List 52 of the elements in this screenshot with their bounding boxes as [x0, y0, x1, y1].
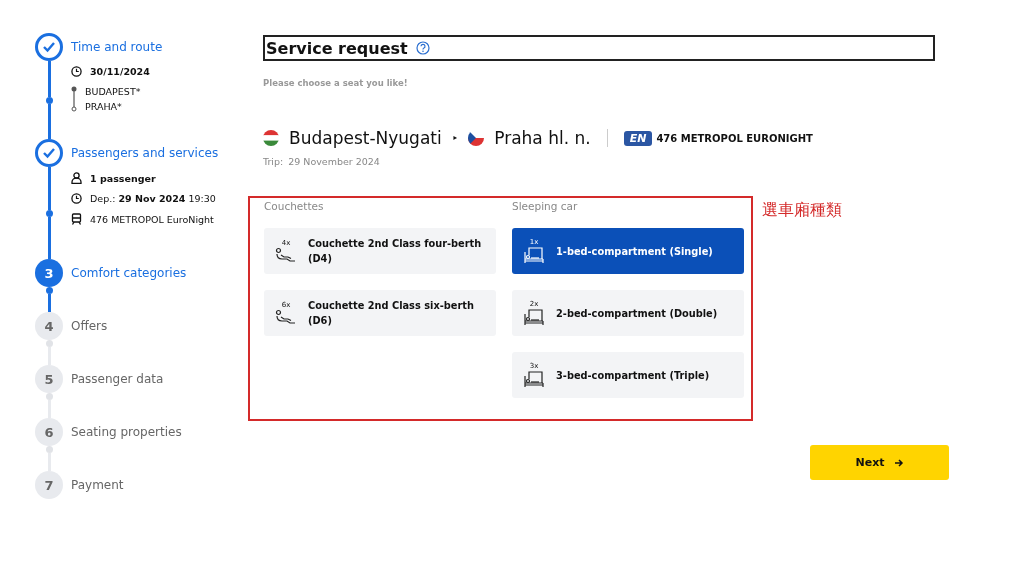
origin-station: BUDAPEST*	[85, 86, 141, 97]
bed-icon	[523, 246, 545, 264]
progress-dot	[45, 393, 53, 400]
train-name: 476 METROPOL EURONIGHT	[656, 132, 813, 144]
step-title[interactable]: Comfort categories	[71, 263, 263, 283]
trip-date: 30/11/2024	[90, 66, 150, 77]
step-number: 3	[44, 265, 54, 281]
train-icon	[71, 213, 82, 225]
progress-dot	[45, 446, 53, 453]
trip-label: Trip:	[263, 156, 284, 167]
progress-line	[47, 294, 51, 312]
step-number: 7	[44, 477, 54, 493]
departure-time: Dep.: 29 Nov 2024 19:30	[90, 193, 216, 204]
step-number: 4	[44, 318, 54, 334]
annotation: 選車廂種類	[762, 200, 842, 221]
separator-arrow: ‣	[451, 131, 459, 145]
step-title[interactable]: Offers	[71, 316, 263, 336]
step-title[interactable]: Passengers and services	[71, 143, 263, 163]
reclining-person-icon	[275, 309, 297, 325]
route-line-icon	[71, 86, 77, 112]
departure-station: Budapest-Nyugati	[289, 128, 442, 148]
passenger-count: 1 passenger	[90, 172, 156, 184]
progress-dot	[45, 209, 53, 217]
progress-dot	[45, 340, 53, 347]
next-button[interactable]: Next	[810, 445, 949, 480]
bed-icon	[523, 308, 545, 326]
step-title[interactable]: Time and route	[71, 37, 263, 57]
page-title: Service request	[266, 38, 408, 58]
clock-icon	[71, 66, 82, 77]
step-number: 5	[44, 371, 54, 387]
person-icon	[71, 172, 82, 184]
check-icon	[42, 147, 56, 159]
step-number: 6	[44, 424, 54, 440]
clock-icon	[71, 193, 82, 204]
train-logo: EN	[623, 130, 653, 146]
destination-station: PRAHA*	[85, 101, 123, 112]
reclining-person-icon	[275, 247, 297, 263]
subtitle: Please choose a seat you like!	[263, 78, 409, 88]
category-heading: Sleeping car	[512, 200, 579, 212]
step-title[interactable]: Seating properties	[71, 422, 263, 442]
help-icon[interactable]	[415, 41, 430, 55]
progress-dot	[45, 287, 53, 294]
arrow-right-icon	[894, 458, 904, 467]
step-title[interactable]: Passenger data	[71, 369, 263, 389]
arrival-station: Praha hl. n.	[494, 128, 591, 148]
category-heading: Couchettes	[264, 200, 325, 212]
bed-icon	[523, 370, 545, 388]
check-icon	[42, 41, 56, 53]
train-name: 476 METROPOL EuroNight	[90, 213, 214, 225]
progress-dot	[45, 96, 53, 104]
trip-date: 29 November 2024	[288, 156, 380, 167]
step-title[interactable]: Payment	[71, 475, 263, 495]
